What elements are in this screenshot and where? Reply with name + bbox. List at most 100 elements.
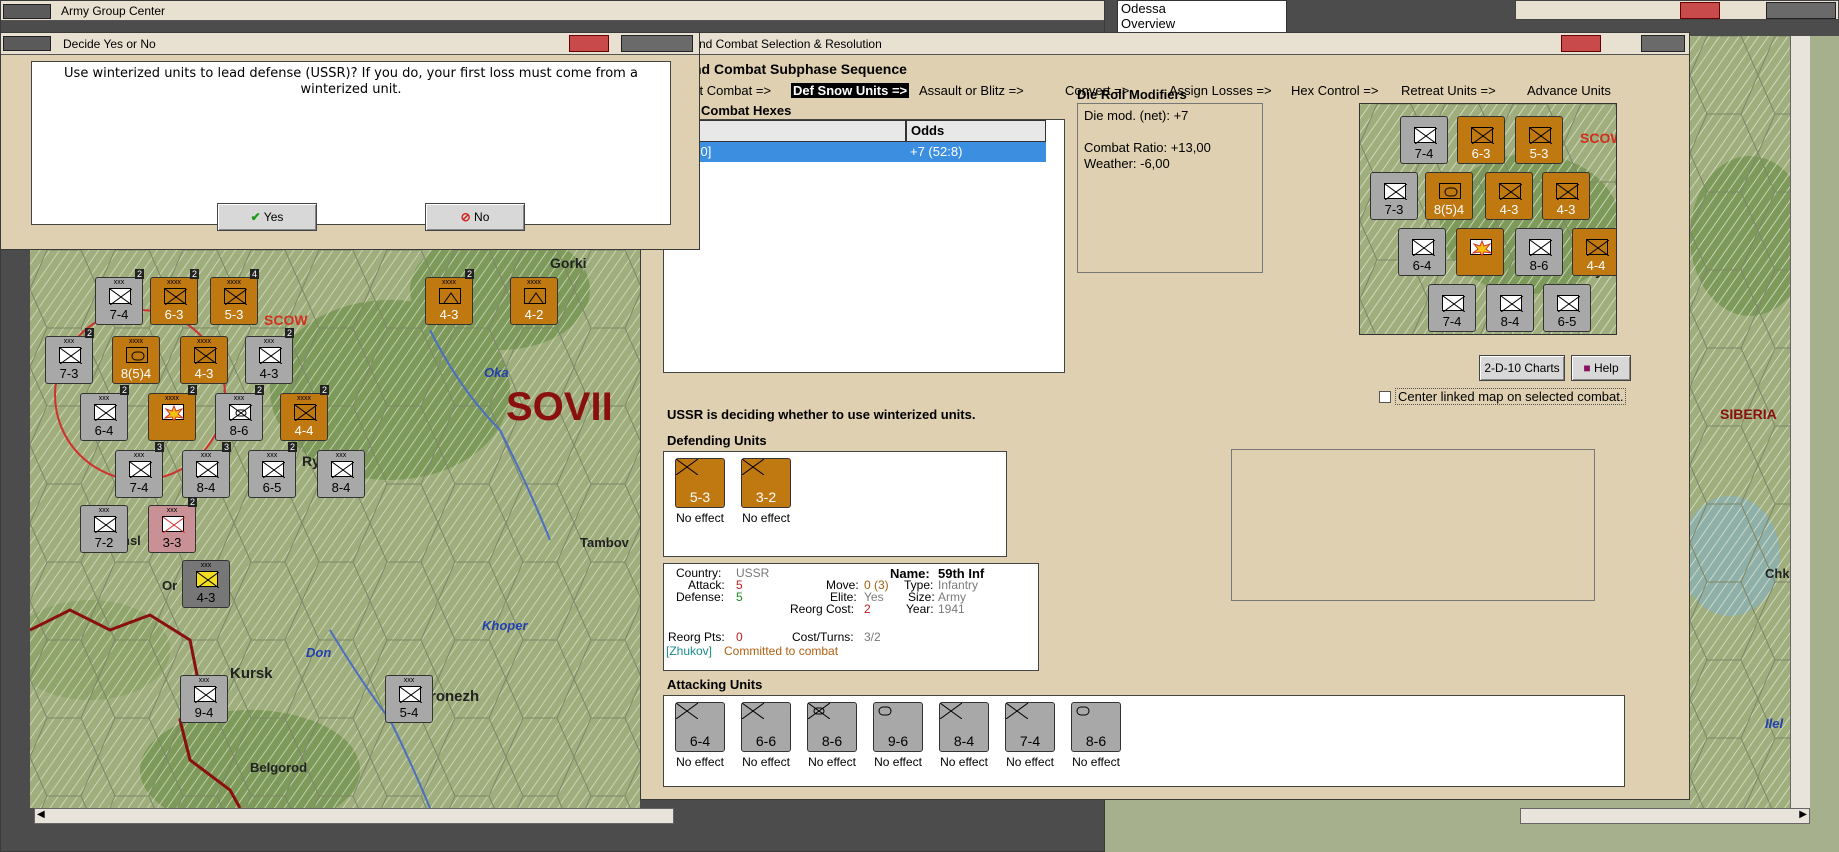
map-label-siberia: SIBERIA [1720, 406, 1777, 422]
step-hex-control[interactable]: Hex Control => [1291, 83, 1378, 98]
list-item-overview[interactable]: Overview [1121, 16, 1286, 31]
right-map-vscroll[interactable] [1790, 36, 1810, 808]
combat-hexes-list[interactable]: Odds [45, 60] +7 (52:8) [663, 119, 1065, 373]
unit-counter[interactable]: xxxx 4-2 [510, 277, 558, 325]
unit-counter[interactable]: xxxx 5-3 4 [210, 269, 259, 325]
defending-unit[interactable]: 3-2 No effect [736, 458, 796, 525]
center-linked-map-checkbox[interactable] [1379, 391, 1391, 403]
attacking-unit[interactable]: 8-6 No effect [802, 702, 862, 769]
unit-counter[interactable]: xxx 7-4 2 [95, 269, 144, 325]
right-window-titlebar[interactable] [1515, 0, 1839, 20]
unit-counter[interactable]: xxxx 6-3 2 [150, 269, 199, 325]
unit-counter[interactable]: xxx 4-3 2 [245, 328, 294, 384]
attacking-unit[interactable]: 6-6 No effect [736, 702, 796, 769]
unit-effect: No effect [742, 511, 790, 525]
unit-counter[interactable]: xxx 7-3 2 [45, 328, 94, 384]
attacking-unit[interactable]: 7-4 No effect [1000, 702, 1060, 769]
no-button[interactable]: ⊘ No [425, 203, 525, 231]
scroll-right-icon[interactable]: ▶ [1799, 809, 1807, 820]
strategic-map[interactable]: Gorki SCOW Oka SOVII Ry nsl Or Tambov Kh… [30, 250, 640, 808]
unit-counter[interactable]: xxx 4-3 [182, 560, 230, 608]
die-roll-box: Die mod. (net): +7 Combat Ratio: +13,00 … [1077, 103, 1263, 273]
mini-map-target-counter[interactable] [1456, 228, 1504, 276]
close-icon[interactable] [569, 35, 609, 52]
main-window-title: Army Group Center [61, 4, 166, 18]
mini-map-counter[interactable]: 7-4 [1400, 116, 1448, 164]
unit-counter[interactable]: xxx 7-4 3 [115, 442, 164, 498]
combat-explosion-icon [1470, 239, 1493, 256]
defending-units-list[interactable]: 5-3 No effect 3-2 No effect [663, 451, 1007, 557]
combat-target-counter[interactable]: xxxx 2 [148, 385, 197, 441]
unit-counter[interactable]: xxx 8-4 [317, 450, 365, 498]
step-def-snow-units[interactable]: Def Snow Units => [791, 83, 910, 98]
infantry-symbol-icon [194, 686, 217, 703]
mini-map-counter[interactable]: 4-3 [1485, 172, 1533, 220]
mini-map-counter[interactable]: 4-4 [1572, 228, 1616, 276]
mini-map-counter[interactable]: 8-4 [1486, 284, 1534, 332]
unit-counter[interactable]: xxx 6-4 2 [80, 385, 129, 441]
close-icon[interactable] [1680, 2, 1720, 19]
help-button[interactable]: ■ Help [1571, 355, 1631, 381]
mini-map-counter[interactable]: 6-4 [1398, 228, 1446, 276]
dialog-titlebar[interactable]: Decide Yes or No [1, 33, 699, 55]
unit-counter[interactable]: xxxx 4-4 2 [280, 385, 329, 441]
step-advance-units[interactable]: Advance Units [1527, 83, 1611, 98]
close-icon[interactable] [1561, 35, 1601, 52]
infantry-symbol-icon [224, 288, 247, 305]
checkmark-icon: ✔ [250, 210, 261, 224]
mini-map[interactable]: SCOW Ry 7-4 6-3 5-3 7-3 8(5)4 4-3 4-3 6-… [1359, 103, 1617, 335]
mini-map-counter[interactable]: 6-5 [1543, 284, 1591, 332]
window-controls[interactable] [1766, 2, 1836, 19]
step-assault-or-blitz[interactable]: Assault or Blitz => [919, 83, 1024, 98]
unit-counter[interactable]: xxxx 4-3 2 [425, 269, 474, 325]
mini-map-counter[interactable]: 7-3 [1370, 172, 1418, 220]
defense-value: 5 [736, 590, 743, 604]
unit-effect: No effect [1072, 755, 1120, 769]
combat-window-titlebar[interactable]: nd Combat Selection & Resolution [641, 33, 1689, 55]
map-horizontal-scrollbar-right[interactable]: ▶ [1520, 808, 1810, 824]
mini-map-counter[interactable]: 8(5)4 [1425, 172, 1473, 220]
hexes-row-odds[interactable]: +7 (52:8) [906, 142, 1046, 162]
window-menu-button[interactable] [3, 36, 51, 51]
charts-button[interactable]: 2-D-10 Charts [1479, 355, 1565, 381]
unit-counter[interactable]: xxx 5-4 [385, 675, 433, 723]
map-label-gorki: Gorki [550, 255, 587, 271]
attacking-unit[interactable]: 6-4 No effect [670, 702, 730, 769]
yes-button-label: Yes [263, 210, 284, 224]
infantry-symbol-icon [1412, 239, 1435, 256]
unit-counter[interactable]: xxx 8-6 2 [215, 385, 264, 441]
unit-chip: 7-4 [1005, 702, 1055, 752]
step-retreat-units[interactable]: Retreat Units => [1401, 83, 1496, 98]
unit-counter[interactable]: xxx 8-4 3 [182, 442, 231, 498]
unit-counter[interactable]: xxx 9-4 [180, 675, 228, 723]
mini-map-counter[interactable]: 4-3 [1542, 172, 1590, 220]
attacking-unit[interactable]: 8-4 No effect [934, 702, 994, 769]
attacking-unit[interactable]: 9-6 No effect [868, 702, 928, 769]
mini-map-counter[interactable]: 7-4 [1428, 284, 1476, 332]
unit-counter[interactable]: xxxx 8(5)4 [112, 336, 160, 384]
infantry-symbol-icon [196, 461, 219, 478]
yes-button[interactable]: ✔ Yes [217, 203, 317, 231]
infantry-symbol-icon [1471, 127, 1494, 144]
window-controls[interactable] [621, 35, 693, 52]
hexes-row-hex[interactable]: [45, 60] [664, 142, 906, 162]
map-label-belgorod: Belgorod [250, 760, 308, 775]
main-window-titlebar[interactable]: Army Group Center [1, 1, 1104, 21]
unit-counter[interactable]: xxx 6-5 2 [248, 442, 297, 498]
defending-unit[interactable]: 5-3 No effect [670, 458, 730, 525]
mini-map-counter[interactable]: 6-3 [1457, 116, 1505, 164]
mini-map-counter[interactable]: 5-3 [1515, 116, 1563, 164]
window-controls[interactable] [1641, 35, 1685, 52]
attacking-units-list[interactable]: 6-4 No effect 6-6 No effect 8-6 No effec… [663, 695, 1625, 787]
unit-counter[interactable]: xxxx 4-3 [180, 336, 228, 384]
mini-map-counter[interactable]: 8-6 [1515, 228, 1563, 276]
window-menu-button[interactable] [3, 4, 51, 19]
unit-counter[interactable]: xxx 7-2 [80, 505, 128, 553]
step-select-combat[interactable]: ct Combat => [693, 83, 771, 98]
map-horizontal-scrollbar[interactable]: ◀ [34, 808, 674, 824]
list-item-odessa[interactable]: Odessa [1121, 1, 1286, 16]
scroll-left-icon[interactable]: ◀ [37, 809, 45, 820]
unit-counter[interactable]: xxx 3-3 2 [148, 497, 197, 553]
infantry-symbol-icon [262, 461, 285, 478]
attacking-unit[interactable]: 8-6 No effect [1066, 702, 1126, 769]
